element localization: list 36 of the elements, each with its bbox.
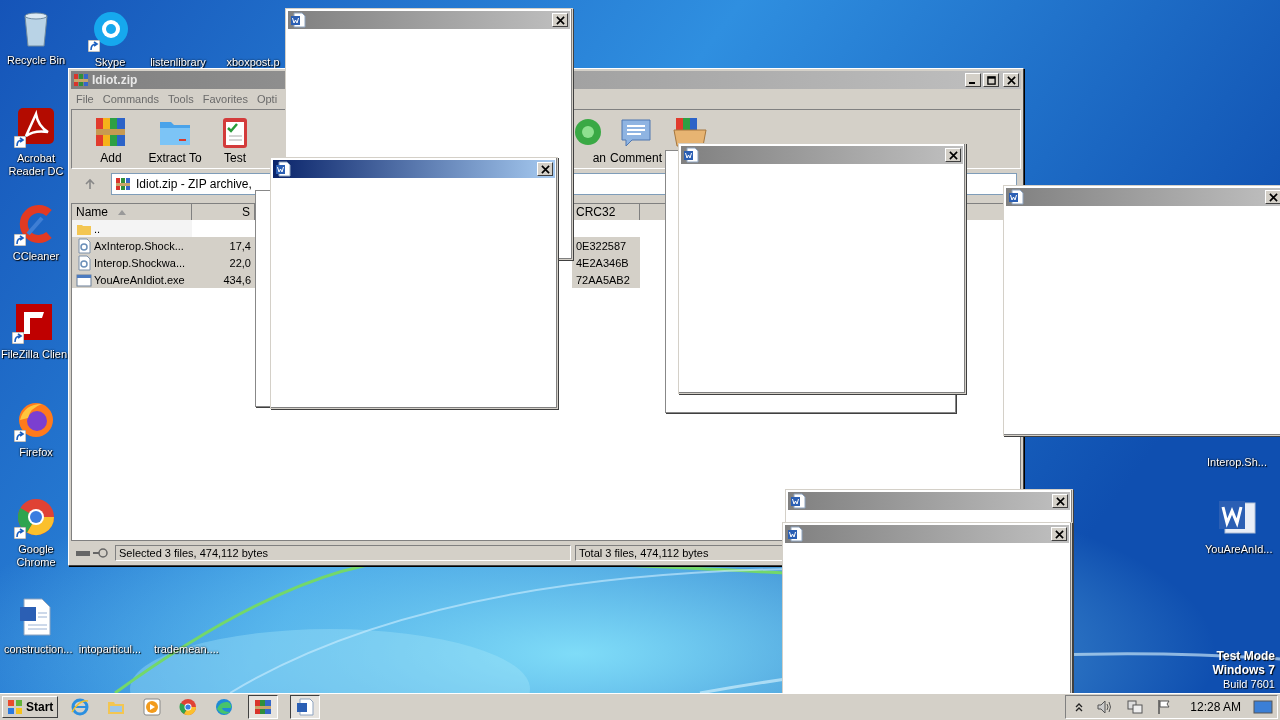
desktop-icon-label[interactable]: Skype — [94, 56, 126, 69]
file-name-cell[interactable]: Interop.Shockwa... — [72, 254, 192, 271]
crc-cell: 4E2A346B — [576, 256, 629, 269]
window-title: Idiot.zip — [92, 73, 138, 87]
test-mode-notice: Test Mode — [1216, 649, 1275, 663]
start-button[interactable]: Start — [2, 696, 59, 718]
desktop-icon-label[interactable]: Recycle Bin — [6, 54, 66, 67]
desktop-icon-label[interactable]: FileZilla Clien — [1, 348, 67, 361]
toolbar-button[interactable]: Extract To — [140, 114, 210, 165]
toolbar-button[interactable]: Comment — [608, 114, 664, 165]
toolbar-button[interactable]: Test — [210, 114, 260, 165]
file-name-cell[interactable]: YouAreAnIdiot.exe — [72, 271, 192, 288]
desktop-icon-label[interactable]: xboxpost.p — [226, 56, 280, 69]
clock[interactable]: 12:28 AM — [1190, 700, 1241, 714]
crc-cell: 0E322587 — [576, 239, 627, 252]
file-name-cell[interactable]: AxInterop.Shock... — [72, 237, 192, 254]
desktop-icon-label[interactable]: Acrobat Reader DC — [4, 152, 68, 178]
file-name-cell[interactable]: .. — [72, 220, 192, 237]
crc-cell: 72AA5AB2 — [576, 273, 630, 286]
desktop-icon-label[interactable]: Interop.Sh... — [1207, 456, 1267, 469]
file-size-cell: 434,6 — [223, 273, 251, 286]
menu-item[interactable]: Opti — [256, 93, 278, 105]
file-size-cell: 17,4 — [229, 239, 251, 252]
test-mode-notice: Windows 7 — [1212, 663, 1275, 677]
file-size-cell: 22,0 — [229, 256, 251, 269]
status-text: Selected 3 files, 474,112 bytes — [115, 545, 571, 561]
menu-item[interactable]: Commands — [102, 93, 159, 105]
menu-item[interactable]: Favorites — [202, 93, 248, 105]
toolbar-button[interactable]: Add — [86, 114, 136, 165]
menu-item[interactable]: Tools — [168, 93, 194, 105]
test-mode-notice: Build 7601 — [1223, 677, 1275, 691]
desktop-icon-label[interactable]: Google Chrome — [4, 543, 68, 569]
desktop-icon-label[interactable]: listenlibrary — [150, 56, 206, 69]
desktop-icon-label[interactable]: CCleaner — [12, 250, 60, 263]
menu-item[interactable]: File — [76, 93, 94, 105]
desktop-icon-label[interactable]: Firefox — [19, 446, 53, 459]
